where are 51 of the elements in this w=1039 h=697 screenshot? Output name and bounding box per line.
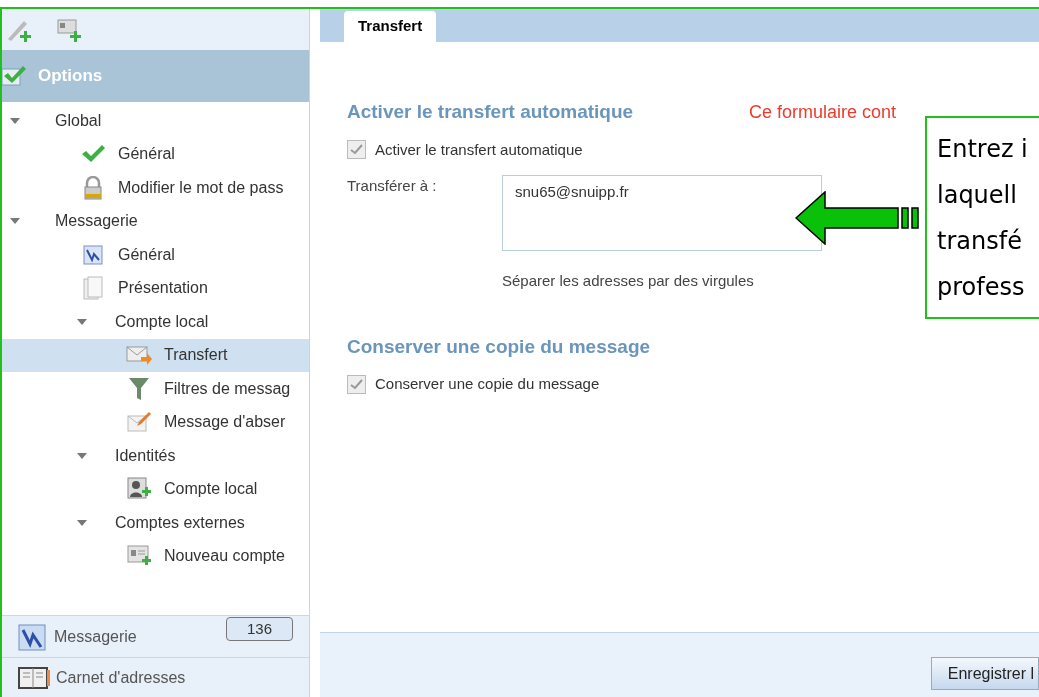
- address-book-icon: [18, 666, 50, 689]
- save-button[interactable]: Enregistrer l: [930, 657, 1039, 690]
- tree-item[interactable]: Transfert: [2, 338, 309, 372]
- field-label: Transférer à :: [347, 176, 438, 196]
- checkbox[interactable]: [347, 140, 366, 160]
- tree-group-label[interactable]: Comptes externes: [115, 510, 245, 535]
- form-notice: Ce formulaire cont: [749, 101, 897, 124]
- checkmark-icon: [81, 144, 105, 165]
- card-add-icon[interactable]: [56, 16, 82, 43]
- checkbox[interactable]: [347, 374, 366, 394]
- field-hint: Séparer les adresses par des virgules: [502, 271, 755, 291]
- tab[interactable]: Transfert: [344, 11, 437, 42]
- tree-item[interactable]: Message d'abser: [2, 405, 309, 439]
- tree-item[interactable]: Présentation: [2, 271, 309, 305]
- tree-group-label[interactable]: Global: [55, 108, 102, 133]
- expanded-triangle-icon[interactable]: [77, 452, 87, 459]
- pages-icon: [83, 276, 103, 301]
- checkbox-label: Activer le transfert automatique: [375, 139, 583, 160]
- nav-item[interactable]: Messagerie 136: [2, 615, 309, 657]
- tree-group-label[interactable]: Identités: [115, 443, 176, 468]
- mail-app-icon: [18, 621, 48, 652]
- expanded-triangle-icon[interactable]: [77, 318, 87, 325]
- tree-group-label[interactable]: Messagerie: [55, 209, 138, 234]
- tree-item[interactable]: Modifier le mot de pass: [2, 171, 309, 205]
- options-title: Options: [38, 65, 103, 88]
- tree-item[interactable]: Compte local: [2, 472, 309, 506]
- tree-group-label[interactable]: Compte local: [115, 309, 209, 334]
- mail-app-icon: [83, 244, 103, 265]
- unread-count: 136: [225, 616, 293, 641]
- callout-text: Entrez i: [937, 134, 1029, 165]
- callout-text: laquell: [937, 180, 1018, 211]
- checkmark-icon: [2, 65, 26, 87]
- expanded-triangle-icon[interactable]: [10, 218, 20, 225]
- email-field[interactable]: snu65@snuipp.fr: [502, 175, 822, 251]
- envelope-arrow-icon: [126, 345, 152, 366]
- tree-item[interactable]: Filtres de messag: [2, 372, 309, 406]
- callout-text: profess: [937, 272, 1026, 303]
- section-heading: Conserver une copie du message: [347, 334, 652, 359]
- tree-item[interactable]: Général: [2, 137, 309, 171]
- funnel-icon: [128, 376, 150, 401]
- tree-item[interactable]: Nouveau compte: [2, 539, 309, 573]
- section-heading: Activer le transfert automatique: [347, 100, 635, 124]
- nav-item[interactable]: Carnet d'adresses: [2, 657, 309, 697]
- user-add-icon: [127, 477, 151, 502]
- callout-text: transfé: [937, 226, 1023, 257]
- expanded-triangle-icon[interactable]: [10, 117, 20, 124]
- padlock-icon: [83, 175, 103, 200]
- envelope-pencil-icon: [127, 411, 151, 434]
- expanded-triangle-icon[interactable]: [77, 519, 87, 526]
- checkbox-label: Conserver une copie du message: [375, 374, 600, 394]
- tree-item[interactable]: Général: [2, 238, 309, 272]
